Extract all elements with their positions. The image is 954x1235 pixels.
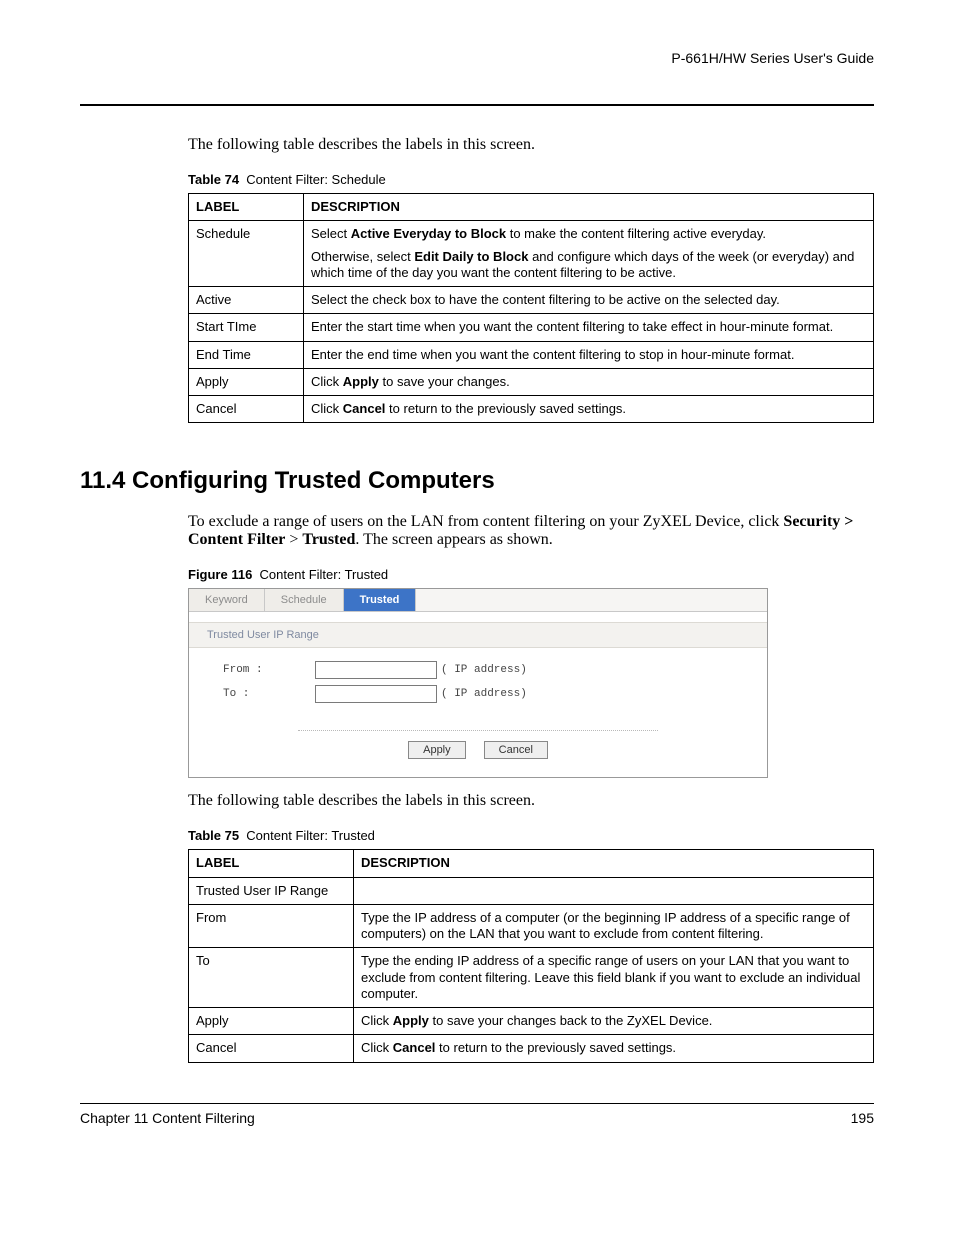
table-row: Trusted User IP Range <box>189 877 874 904</box>
from-ip-input[interactable] <box>315 661 437 679</box>
tab-keyword[interactable]: Keyword <box>189 589 265 611</box>
cell-description: Click Apply to save your changes. <box>304 368 874 395</box>
cell-description: Click Apply to save your changes back to… <box>354 1008 874 1035</box>
to-label: To : <box>223 688 315 700</box>
from-ip-hint: ( IP address) <box>441 664 527 676</box>
running-footer: Chapter 11 Content Filtering 195 <box>80 1110 874 1126</box>
table-row: Active Select the check box to have the … <box>189 287 874 314</box>
table-row: To Type the ending IP address of a speci… <box>189 948 874 1008</box>
section-paragraph: To exclude a range of users on the LAN f… <box>188 513 874 549</box>
footer-rule <box>80 1103 874 1104</box>
cell-label: Apply <box>189 368 304 395</box>
cell-description: Type the IP address of a computer (or th… <box>354 904 874 948</box>
cell-description: Enter the end time when you want the con… <box>304 341 874 368</box>
table-row: From Type the IP address of a computer (… <box>189 904 874 948</box>
table-row: End Time Enter the end time when you wan… <box>189 341 874 368</box>
cell-description: Click Cancel to return to the previously… <box>354 1035 874 1062</box>
cell-description <box>354 877 874 904</box>
button-bar: Apply Cancel <box>298 730 658 759</box>
table-74-title: Content Filter: Schedule <box>246 172 385 187</box>
apply-button[interactable]: Apply <box>408 741 466 759</box>
row-from: From : ( IP address) <box>189 658 767 682</box>
table-74-header-label: LABEL <box>189 194 304 221</box>
tabs-bar: Keyword Schedule Trusted <box>189 589 767 612</box>
table-75-caption: Table 75 Content Filter: Trusted <box>188 828 874 843</box>
cell-label: To <box>189 948 354 1008</box>
cell-description: Select Active Everyday to Block to make … <box>304 221 874 287</box>
row-to: To : ( IP address) <box>189 682 767 706</box>
table-row: Start TIme Enter the start time when you… <box>189 314 874 341</box>
table-row: Cancel Click Cancel to return to the pre… <box>189 1035 874 1062</box>
table-row: Apply Click Apply to save your changes b… <box>189 1008 874 1035</box>
table-75: LABEL DESCRIPTION Trusted User IP Range … <box>188 849 874 1062</box>
cell-label: From <box>189 904 354 948</box>
cell-label: Cancel <box>189 1035 354 1062</box>
tab-schedule[interactable]: Schedule <box>265 589 344 611</box>
running-header: P-661H/HW Series User's Guide <box>80 50 874 74</box>
cell-description: Select the check box to have the content… <box>304 287 874 314</box>
table-74-header-description: DESCRIPTION <box>304 194 874 221</box>
cell-label: End Time <box>189 341 304 368</box>
panel-section-title: Trusted User IP Range <box>189 622 767 648</box>
table-75-header-description: DESCRIPTION <box>354 850 874 877</box>
footer-page-number: 195 <box>851 1110 874 1126</box>
cell-label: Start TIme <box>189 314 304 341</box>
cell-description: Enter the start time when you want the c… <box>304 314 874 341</box>
to-ip-input[interactable] <box>315 685 437 703</box>
section-heading-11-4: 11.4 Configuring Trusted Computers <box>80 467 874 495</box>
table-row: Apply Click Apply to save your changes. <box>189 368 874 395</box>
table-75-header-label: LABEL <box>189 850 354 877</box>
figure-116-number: Figure 116 <box>188 567 252 582</box>
tab-trusted[interactable]: Trusted <box>344 589 417 611</box>
cell-description: Type the ending IP address of a specific… <box>354 948 874 1008</box>
cell-label: Active <box>189 287 304 314</box>
table-74-caption: Table 74 Content Filter: Schedule <box>188 172 874 187</box>
intro-paragraph-1: The following table describes the labels… <box>188 136 874 154</box>
table-75-number: Table 75 <box>188 828 239 843</box>
figure-116-title: Content Filter: Trusted <box>260 567 389 582</box>
header-rule <box>80 104 874 106</box>
from-label: From : <box>223 664 315 676</box>
cell-label: Trusted User IP Range <box>189 877 354 904</box>
footer-chapter: Chapter 11 Content Filtering <box>80 1110 255 1126</box>
to-ip-hint: ( IP address) <box>441 688 527 700</box>
cell-label: Cancel <box>189 396 304 423</box>
table-75-title: Content Filter: Trusted <box>246 828 375 843</box>
cell-label: Schedule <box>189 221 304 287</box>
intro-paragraph-2: The following table describes the labels… <box>188 792 874 810</box>
cell-description: Click Cancel to return to the previously… <box>304 396 874 423</box>
figure-116-screenshot: Keyword Schedule Trusted Trusted User IP… <box>188 588 768 778</box>
table-row: Schedule Select Active Everyday to Block… <box>189 221 874 287</box>
cancel-button[interactable]: Cancel <box>484 741 548 759</box>
table-row: Cancel Click Cancel to return to the pre… <box>189 396 874 423</box>
figure-116-caption: Figure 116 Content Filter: Trusted <box>188 567 874 582</box>
cell-label: Apply <box>189 1008 354 1035</box>
table-74: LABEL DESCRIPTION Schedule Select Active… <box>188 193 874 423</box>
table-74-number: Table 74 <box>188 172 239 187</box>
